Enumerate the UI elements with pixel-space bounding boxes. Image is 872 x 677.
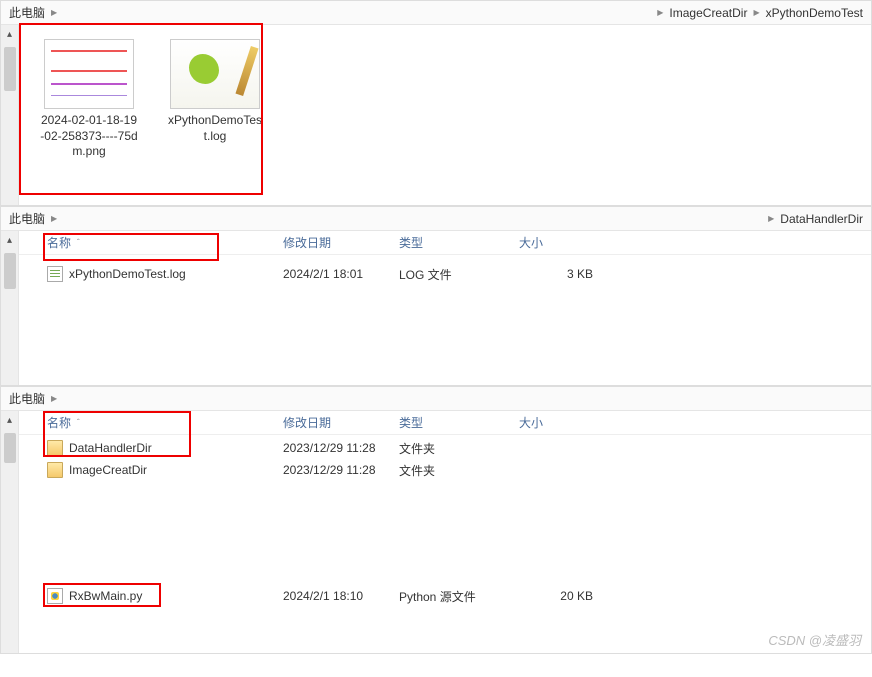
log-file-icon — [47, 266, 63, 282]
column-date[interactable]: 修改日期 — [283, 414, 399, 431]
scroll-up-icon[interactable]: ▴ — [7, 235, 12, 249]
column-date[interactable]: 修改日期 — [283, 234, 399, 251]
breadcrumb[interactable]: 此电脑 ▶ — [1, 387, 871, 411]
breadcrumb-root[interactable]: 此电脑 — [5, 390, 49, 407]
folder-icon — [47, 462, 63, 478]
file-date: 2024/2/1 18:10 — [283, 589, 399, 603]
breadcrumb[interactable]: 此电脑 ▶ ▶ DataHandlerDir — [1, 207, 871, 231]
breadcrumb-item[interactable]: DataHandlerDir — [776, 212, 867, 226]
scrollbar[interactable]: ▴ — [1, 231, 19, 385]
file-row[interactable]: ImageCreatDir 2023/12/29 11:28 文件夹 — [19, 459, 871, 481]
scrollbar-thumb[interactable] — [4, 433, 16, 463]
column-size[interactable]: 大小 — [519, 234, 609, 251]
column-type[interactable]: 类型 — [399, 414, 519, 431]
scrollbar[interactable]: ▴ — [1, 411, 19, 653]
scrollbar[interactable]: ▴ — [1, 25, 19, 205]
file-name: ImageCreatDir — [69, 463, 147, 477]
breadcrumb[interactable]: 此电脑 ▶ ▶ ImageCreatDir ▶ xPythonDemoTest — [1, 1, 871, 25]
file-name: xPythonDemoTest.log — [69, 267, 186, 281]
breadcrumb-root[interactable]: 此电脑 — [5, 4, 49, 21]
chevron-right-icon: ▶ — [655, 8, 665, 17]
file-type: LOG 文件 — [399, 266, 519, 283]
file-type: 文件夹 — [399, 462, 519, 479]
file-size: 3 KB — [519, 267, 609, 281]
file-date: 2023/12/29 11:28 — [283, 463, 399, 477]
breadcrumb-item[interactable]: xPythonDemoTest — [762, 6, 867, 20]
python-file-icon — [47, 588, 63, 604]
explorer-panel-2: 此电脑 ▶ ▶ DataHandlerDir ▴ 名称ˆ 修改日期 类型 大小 … — [0, 206, 872, 386]
explorer-panel-1: 此电脑 ▶ ▶ ImageCreatDir ▶ xPythonDemoTest … — [0, 0, 872, 206]
scrollbar-thumb[interactable] — [4, 47, 16, 91]
file-list: 名称ˆ 修改日期 类型 大小 xPythonDemoTest.log 2024/… — [19, 231, 871, 385]
file-size: 20 KB — [519, 589, 609, 603]
column-type[interactable]: 类型 — [399, 234, 519, 251]
file-date: 2024/2/1 18:01 — [283, 267, 399, 281]
file-date: 2023/12/29 11:28 — [283, 441, 399, 455]
breadcrumb-root[interactable]: 此电脑 — [5, 210, 49, 227]
file-list: 名称ˆ 修改日期 类型 大小 DataHandlerDir 2023/12/29… — [19, 411, 871, 653]
column-size[interactable]: 大小 — [519, 414, 609, 431]
watermark: CSDN @凌盛羽 — [768, 630, 861, 649]
chevron-right-icon: ▶ — [751, 8, 761, 17]
image-thumbnail-icon — [44, 39, 134, 109]
chevron-right-icon: ▶ — [49, 8, 59, 17]
scrollbar-thumb[interactable] — [4, 253, 16, 289]
chevron-right-icon: ▶ — [766, 214, 776, 223]
chevron-right-icon: ▶ — [49, 394, 59, 403]
annotation-box — [43, 233, 219, 261]
file-type: Python 源文件 — [399, 588, 519, 605]
breadcrumb-item[interactable]: ImageCreatDir — [665, 6, 751, 20]
annotation-box — [43, 411, 191, 457]
notepad-icon — [170, 39, 260, 109]
explorer-panel-3: 此电脑 ▶ ▴ 名称ˆ 修改日期 类型 大小 DataHandlerDir 20… — [0, 386, 872, 654]
scroll-up-icon[interactable]: ▴ — [7, 415, 12, 429]
file-type: 文件夹 — [399, 440, 519, 457]
file-row[interactable]: xPythonDemoTest.log 2024/2/1 18:01 LOG 文… — [19, 263, 871, 285]
file-grid: 2024-02-01-18-19-02-258373----75dm.png x… — [19, 25, 871, 205]
chevron-right-icon: ▶ — [49, 214, 59, 223]
scroll-up-icon[interactable]: ▴ — [7, 29, 12, 43]
